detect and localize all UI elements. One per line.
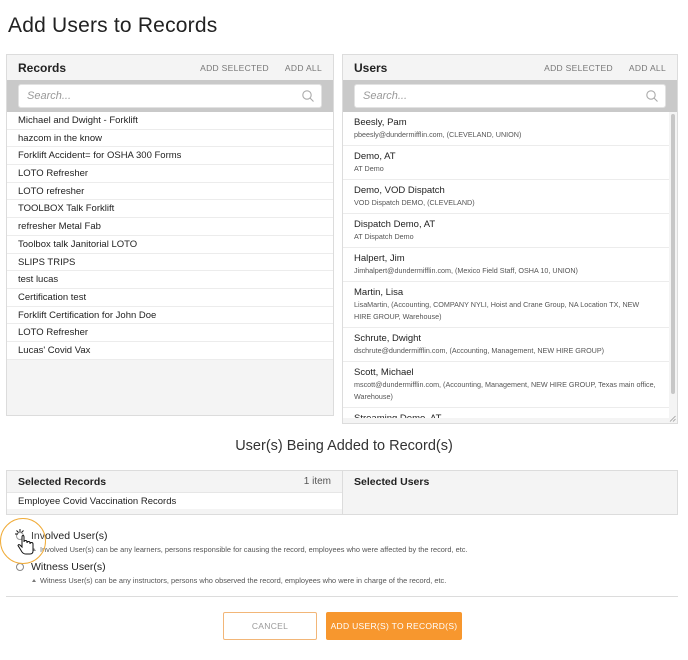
selected-records-panel: Selected Records 1 item Employee Covid V… xyxy=(6,470,343,515)
user-detail: AT Demo xyxy=(354,164,384,173)
involved-users-radio[interactable]: Involved User(s) xyxy=(16,530,676,542)
record-list-item[interactable]: Toolbox talk Janitorial LOTO xyxy=(7,235,333,254)
users-panel-title: Users xyxy=(354,60,388,75)
selected-users-title: Selected Users xyxy=(354,475,430,488)
witness-users-radio[interactable]: Witness User(s) xyxy=(16,561,676,573)
selected-records-count: 1 item xyxy=(303,476,331,487)
search-icon[interactable] xyxy=(301,89,315,103)
selected-records-header: Selected Records 1 item xyxy=(7,471,342,492)
user-detail: AT Dispatch Demo xyxy=(354,232,414,241)
record-list-item[interactable]: Forklift Certification for John Doe xyxy=(7,306,333,325)
user-detail: pbeesly@dundermifflin.com, (CLEVELAND, U… xyxy=(354,130,522,139)
user-list-item[interactable]: Martin, Lisa LisaMartin, (Accounting, COM… xyxy=(343,282,669,328)
witness-help-text: Witness User(s) can be any instructors, … xyxy=(32,576,676,585)
selected-users-panel: Selected Users xyxy=(342,470,678,515)
resize-grip-icon[interactable] xyxy=(669,415,676,422)
user-list-item[interactable]: Dispatch Demo, AT AT Dispatch Demo xyxy=(343,214,669,248)
users-search-box xyxy=(354,84,666,108)
records-panel-title: Records xyxy=(18,60,67,75)
selected-records-title: Selected Records xyxy=(18,475,107,488)
record-list-item[interactable]: Michael and Dwight - Forklift xyxy=(7,112,333,130)
involved-radio-label[interactable]: Involved User(s) xyxy=(31,530,107,542)
user-list-item[interactable]: Halpert, Jim Jimhalpert@dundermifflin.com… xyxy=(343,248,669,282)
section-title: User(s) Being Added to Record(s) xyxy=(235,438,453,454)
user-detail: mscott@dundermifflin.com, (Accounting, M… xyxy=(354,380,656,401)
user-list-item[interactable]: Beesly, Pam pbeesly@dundermifflin.com, (C… xyxy=(343,112,669,146)
user-name: Dispatch Demo, AT xyxy=(354,219,436,230)
user-detail: dschrute@dundermifflin.com, (Accounting,… xyxy=(354,346,605,355)
record-list-item[interactable]: LOTO Refresher xyxy=(7,165,333,183)
record-list-item[interactable]: refresher Metal Fab xyxy=(7,218,333,236)
record-list-item[interactable]: TOOLBOX Talk Forklift xyxy=(7,200,333,219)
selected-users-header: Selected Users xyxy=(343,471,677,492)
record-list-item[interactable]: Lucas' Covid Vax xyxy=(7,341,333,360)
records-panel-header: Records ADD SELECTED ADD ALL xyxy=(7,55,333,80)
users-list: Beesly, Pam pbeesly@dundermifflin.com, (C… xyxy=(343,112,677,418)
users-panel: Users ADD SELECTED ADD ALL Beesly, Pam pb… xyxy=(342,54,678,424)
involved-help-text: Involved User(s) can be any learners, pe… xyxy=(32,545,676,554)
user-name: Schrute, Dwight xyxy=(354,333,422,344)
user-name: Demo, AT xyxy=(354,151,396,162)
records-search-input[interactable] xyxy=(19,85,321,107)
user-name: Scott, Michael xyxy=(354,367,414,378)
user-name: Demo, VOD Dispatch xyxy=(354,185,445,196)
user-list-item[interactable]: Streaming Demo, ATAT Streaming Demo xyxy=(343,408,669,418)
user-list-item[interactable]: Schrute, Dwight dschrute@dundermifflin.co… xyxy=(343,328,669,362)
user-detail: Jimhalpert@dundermifflin.com, (Mexico Fi… xyxy=(354,266,578,275)
users-panel-header: Users ADD SELECTED ADD ALL xyxy=(343,55,677,80)
record-list-item[interactable]: test lucas xyxy=(7,271,333,289)
records-add-all-button[interactable]: ADD ALL xyxy=(285,63,322,73)
witness-radio-circle[interactable] xyxy=(16,563,24,571)
user-name: Martin, Lisa xyxy=(354,287,404,298)
record-list-item[interactable]: hazcom in the know xyxy=(7,129,333,148)
record-list-item[interactable]: SLIPS TRIPS xyxy=(7,253,333,272)
records-add-selected-button[interactable]: ADD SELECTED xyxy=(200,63,269,73)
records-list: Michael and Dwight - Forklift hazcom in t… xyxy=(7,112,333,360)
user-detail: LisaMartin, (Accounting, COMPANY NYLI, H… xyxy=(354,300,640,321)
add-users-to-records-button[interactable]: ADD USER(S) TO RECORD(S) xyxy=(326,612,462,640)
user-list-item[interactable]: Demo, AT AT Demo xyxy=(343,146,669,180)
users-search-bar xyxy=(343,80,677,112)
user-list-item[interactable]: Demo, VOD Dispatch VOD Dispatch DEMO, (CL… xyxy=(343,180,669,214)
involved-help-label: Involved User(s) can be any learners, pe… xyxy=(40,545,468,554)
records-panel: Records ADD SELECTED ADD ALL Michael and… xyxy=(6,54,334,416)
involved-radio-circle[interactable] xyxy=(16,532,24,540)
caret-up-icon xyxy=(32,548,36,551)
page-title: Add Users to Records xyxy=(8,14,218,37)
records-search-box xyxy=(18,84,322,108)
cancel-button[interactable]: CANCEL xyxy=(223,612,317,640)
record-list-item[interactable]: Certification test xyxy=(7,288,333,307)
record-list-item[interactable]: LOTO refresher xyxy=(7,182,333,201)
record-list-item[interactable]: Forklift Accident= for OSHA 300 Forms xyxy=(7,147,333,166)
users-list-scrollbar[interactable] xyxy=(671,114,675,394)
user-detail: VOD Dispatch DEMO, (CLEVELAND) xyxy=(354,198,475,207)
user-name: Halpert, Jim xyxy=(354,253,405,264)
user-list-item[interactable]: Scott, Michael mscott@dundermifflin.com, … xyxy=(343,362,669,408)
footer-divider xyxy=(6,596,678,597)
user-name: Streaming Demo, AT xyxy=(354,412,658,418)
users-search-input[interactable] xyxy=(355,85,665,107)
user-name: Beesly, Pam xyxy=(354,117,407,128)
record-list-item[interactable]: LOTO Refresher xyxy=(7,324,333,342)
witness-help-label: Witness User(s) can be any instructors, … xyxy=(40,576,447,585)
selected-record-item[interactable]: Employee Covid Vaccination Records xyxy=(7,492,342,509)
witness-radio-label[interactable]: Witness User(s) xyxy=(31,561,106,573)
users-add-selected-button[interactable]: ADD SELECTED xyxy=(544,63,613,73)
records-search-bar xyxy=(7,80,333,112)
users-add-all-button[interactable]: ADD ALL xyxy=(629,63,666,73)
caret-up-icon xyxy=(32,579,36,582)
search-icon[interactable] xyxy=(645,89,659,103)
role-radio-group: Involved User(s) Involved User(s) can be… xyxy=(16,530,676,592)
